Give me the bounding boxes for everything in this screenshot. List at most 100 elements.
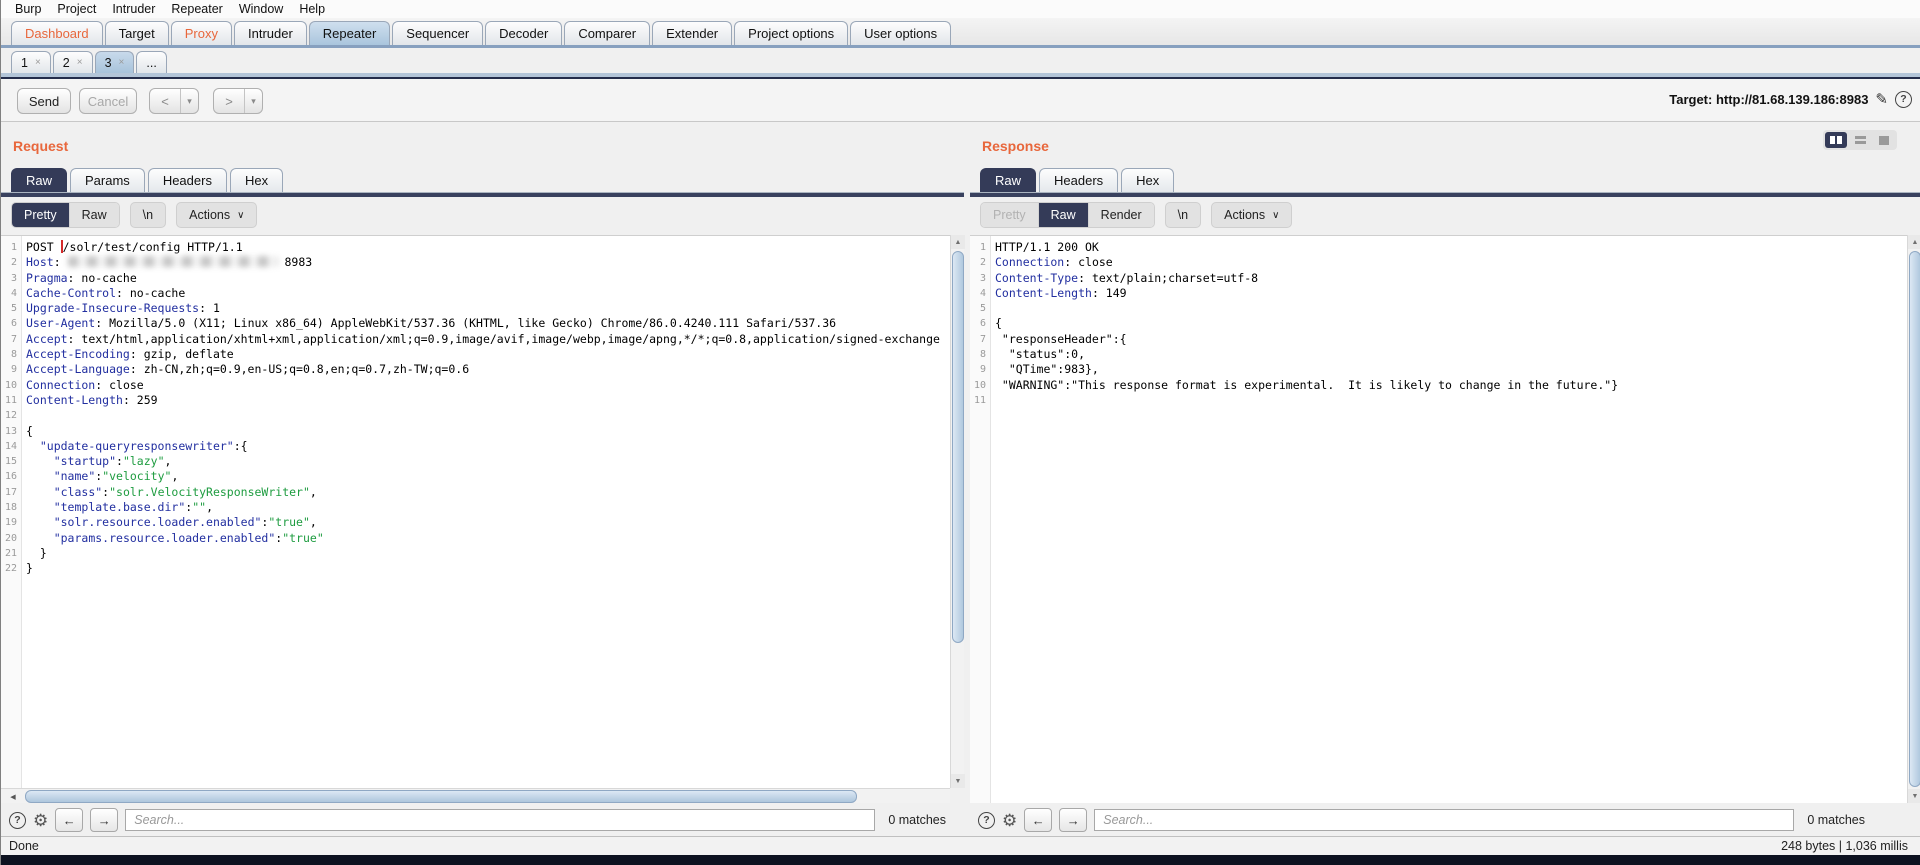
tab-proxy[interactable]: Proxy xyxy=(171,21,232,45)
search-next-button[interactable]: → xyxy=(90,808,118,832)
line-number: 3 xyxy=(970,271,986,286)
search-next-button[interactable]: → xyxy=(1059,808,1087,832)
scroll-up-icon[interactable]: ▲ xyxy=(1908,235,1920,249)
menu-intruder[interactable]: Intruder xyxy=(104,1,163,17)
search-prev-button[interactable]: ← xyxy=(1024,808,1052,832)
request-editor[interactable]: 1POST /solr/test/config HTTP/1.12Host: 8… xyxy=(1,235,950,788)
scrollbar-thumb[interactable] xyxy=(25,790,857,803)
code-line: 18 "template.base.dir":"", xyxy=(1,500,950,515)
menu-window[interactable]: Window xyxy=(231,1,291,17)
prev-request-button[interactable]: < xyxy=(150,89,181,113)
response-tab-headers[interactable]: Headers xyxy=(1039,168,1118,192)
search-help-icon[interactable]: ? xyxy=(9,812,26,829)
line-number: 7 xyxy=(1,332,17,347)
request-tab-raw[interactable]: Raw xyxy=(11,168,67,192)
repeater-tab-[interactable]: ... xyxy=(136,51,166,73)
search-prev-button[interactable]: ← xyxy=(55,808,83,832)
code-line: 5Upgrade-Insecure-Requests: 1 xyxy=(1,301,950,316)
response-render-button[interactable]: Render xyxy=(1088,203,1154,227)
request-raw-button[interactable]: Raw xyxy=(69,203,119,227)
response-pretty-button[interactable]: Pretty xyxy=(981,203,1038,227)
response-newline-toggle-button[interactable]: \n xyxy=(1165,202,1201,228)
chevron-down-icon: ∨ xyxy=(237,210,244,221)
scroll-up-icon[interactable]: ▲ xyxy=(951,235,965,249)
tab-comparer[interactable]: Comparer xyxy=(564,21,650,45)
close-tab-icon[interactable]: × xyxy=(77,57,83,68)
line-number: 2 xyxy=(970,255,986,270)
code-line: 7Accept: text/html,application/xhtml+xml… xyxy=(1,332,950,347)
code-line: 10Connection: close xyxy=(1,378,950,393)
layout-columns-button[interactable] xyxy=(1825,132,1847,148)
tab-project-options[interactable]: Project options xyxy=(734,21,848,45)
response-search-input[interactable] xyxy=(1094,809,1794,831)
tab-user-options[interactable]: User options xyxy=(850,21,951,45)
response-raw-button[interactable]: Raw xyxy=(1038,203,1088,227)
request-search-input[interactable] xyxy=(125,809,875,831)
tab-sequencer[interactable]: Sequencer xyxy=(392,21,483,45)
next-request-split-button[interactable]: > ▾ xyxy=(213,88,263,114)
line-number: 3 xyxy=(1,271,17,286)
scroll-left-icon[interactable]: ◀ xyxy=(6,791,20,802)
code-line: 3Pragma: no-cache xyxy=(1,271,950,286)
repeater-tab-1[interactable]: 1× xyxy=(11,51,51,73)
tab-repeater[interactable]: Repeater xyxy=(309,21,390,45)
burp-window: BurpProjectIntruderRepeaterWindowHelp Da… xyxy=(0,0,1920,865)
prev-request-split-button[interactable]: < ▾ xyxy=(149,88,199,114)
request-newline-toggle-button[interactable]: \n xyxy=(130,202,166,228)
prev-dropdown-arrow-icon[interactable]: ▾ xyxy=(181,89,198,113)
send-button[interactable]: Send xyxy=(17,88,71,114)
scrollbar-thumb[interactable] xyxy=(1909,251,1920,787)
tab-intruder[interactable]: Intruder xyxy=(234,21,307,45)
tab-dashboard[interactable]: Dashboard xyxy=(11,21,103,45)
next-dropdown-arrow-icon[interactable]: ▾ xyxy=(245,89,262,113)
line-number: 18 xyxy=(1,500,17,515)
request-pretty-button[interactable]: Pretty xyxy=(12,203,69,227)
close-tab-icon[interactable]: × xyxy=(35,57,41,68)
line-number: 9 xyxy=(970,362,986,377)
repeater-tab-label: 3 xyxy=(105,56,112,70)
menu-project[interactable]: Project xyxy=(49,1,104,17)
target-group: Target: http://81.68.139.186:8983 ✎ ? xyxy=(1669,90,1912,108)
menu-help[interactable]: Help xyxy=(291,1,333,17)
menu-burp[interactable]: Burp xyxy=(7,1,49,17)
close-tab-icon[interactable]: × xyxy=(119,57,125,68)
response-tab-hex[interactable]: Hex xyxy=(1121,168,1174,192)
tab-decoder[interactable]: Decoder xyxy=(485,21,562,45)
response-editor[interactable]: 1HTTP/1.1 200 OK2Connection: close3Conte… xyxy=(970,235,1907,803)
search-settings-gear-icon[interactable]: ⚙ xyxy=(1002,812,1017,829)
status-bar: Done 248 bytes | 1,036 millis xyxy=(1,836,1920,855)
response-vertical-scrollbar[interactable]: ▲ ▼ xyxy=(1907,235,1920,803)
code-line: 7 "responseHeader":{ xyxy=(970,332,1907,347)
window-bottom-edge xyxy=(1,855,1920,865)
repeater-tab-2[interactable]: 2× xyxy=(53,51,93,73)
menu-bar: BurpProjectIntruderRepeaterWindowHelp xyxy=(1,0,1920,19)
help-icon[interactable]: ? xyxy=(1895,91,1912,108)
search-settings-gear-icon[interactable]: ⚙ xyxy=(33,812,48,829)
line-number: 1 xyxy=(1,240,17,255)
target-url-label: Target: http://81.68.139.186:8983 xyxy=(1669,92,1868,107)
edit-target-pencil-icon[interactable]: ✎ xyxy=(1875,90,1888,108)
menu-repeater[interactable]: Repeater xyxy=(163,1,230,17)
scroll-down-icon[interactable]: ▼ xyxy=(951,774,965,788)
response-actions-button[interactable]: Actions∨ xyxy=(1211,202,1292,228)
response-tab-raw[interactable]: Raw xyxy=(980,168,1036,192)
request-actions-button[interactable]: Actions∨ xyxy=(176,202,257,228)
repeater-toolbar: Send Cancel < ▾ > ▾ Target: http://81.68… xyxy=(1,79,1920,122)
request-tab-headers[interactable]: Headers xyxy=(148,168,227,192)
request-horizontal-scrollbar[interactable]: ◀ xyxy=(1,788,950,803)
request-pretty-raw-segment: PrettyRaw xyxy=(11,202,120,228)
layout-rows-button[interactable] xyxy=(1849,132,1871,148)
search-help-icon[interactable]: ? xyxy=(978,812,995,829)
request-tab-hex[interactable]: Hex xyxy=(230,168,283,192)
request-tab-params[interactable]: Params xyxy=(70,168,145,192)
scrollbar-thumb[interactable] xyxy=(952,251,964,643)
repeater-tab-3[interactable]: 3× xyxy=(95,51,135,73)
cancel-button[interactable]: Cancel xyxy=(79,88,137,114)
tab-target[interactable]: Target xyxy=(105,21,169,45)
tab-extender[interactable]: Extender xyxy=(652,21,732,45)
next-request-button[interactable]: > xyxy=(214,89,245,113)
request-vertical-scrollbar[interactable]: ▲ ▼ xyxy=(950,235,964,788)
scroll-down-icon[interactable]: ▼ xyxy=(1908,789,1920,803)
layout-single-button[interactable] xyxy=(1873,132,1895,148)
code-line: 8Accept-Encoding: gzip, deflate xyxy=(1,347,950,362)
